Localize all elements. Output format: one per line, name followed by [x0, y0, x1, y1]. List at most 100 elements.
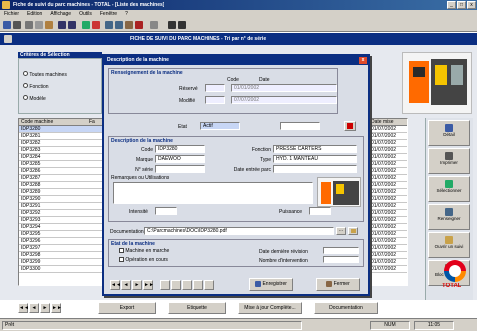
table-row[interactable]: IDP3298 [19, 252, 103, 259]
check-operation[interactable]: Opération en cours [119, 257, 168, 263]
table-row[interactable]: IDP3299 [19, 259, 103, 266]
filter-icon[interactable] [105, 21, 113, 29]
criteria-option-all[interactable]: Toutes machines [23, 71, 67, 78]
menu-edition[interactable]: Edition [27, 10, 42, 18]
save-icon[interactable] [3, 21, 11, 29]
table-row-date[interactable]: 01/07/2002 [369, 266, 407, 273]
menu-fichier[interactable]: Fichier [4, 10, 19, 18]
table-row[interactable]: IDP3296 [19, 238, 103, 245]
print-icon[interactable] [13, 21, 21, 29]
table-row[interactable]: IDP3290 [19, 196, 103, 203]
nav-prev-button[interactable]: ◄ [29, 303, 39, 313]
entry-date-field[interactable] [273, 165, 357, 173]
sidebar-select-button[interactable]: Sélectionner [428, 176, 470, 202]
table-row-date[interactable]: 01/07/2002 [369, 196, 407, 203]
table-row-date[interactable]: 01/07/2002 [369, 161, 407, 168]
table-row-date[interactable]: 01/07/2002 [369, 126, 407, 133]
sidebar-print-button[interactable]: Imprimer [428, 148, 470, 174]
back-icon[interactable] [4, 35, 12, 43]
list-header-fa[interactable]: Fa [89, 119, 103, 125]
criteria-option-modele[interactable]: Modèle [23, 95, 46, 102]
table-row-date[interactable]: 01/07/2002 [369, 182, 407, 189]
new-record-icon[interactable] [125, 21, 133, 29]
nav-next-button[interactable]: ► [40, 303, 50, 313]
cut-icon[interactable] [25, 21, 33, 29]
sidebar-fill-button[interactable]: Renseigner [428, 204, 470, 230]
dialog-nav-next[interactable]: ► [132, 280, 142, 290]
code-field[interactable]: IDP3280 [155, 145, 205, 153]
nav-last-button[interactable]: ►► [51, 303, 62, 313]
table-row[interactable]: IDP3285 [19, 161, 103, 168]
intensity-field[interactable] [155, 207, 177, 215]
close-button[interactable]: x [467, 1, 476, 9]
info-icon[interactable] [178, 21, 186, 29]
remarks-textarea[interactable] [113, 182, 313, 204]
dialog-tool-2-icon[interactable] [171, 280, 181, 290]
paste-icon[interactable] [45, 21, 53, 29]
dialog-tool-1-icon[interactable] [160, 280, 170, 290]
modified-code-field[interactable] [205, 96, 225, 104]
table-row-date[interactable]: 01/07/2002 [369, 189, 407, 196]
delete-icon[interactable] [344, 121, 356, 131]
menu-affichage[interactable]: Affichage [50, 10, 71, 18]
table-row-date[interactable]: 01/07/2002 [369, 245, 407, 252]
documentation-button[interactable]: Documentation [314, 302, 378, 314]
etat-field[interactable]: Actif [200, 122, 240, 130]
table-row[interactable]: IDP3283 [19, 147, 103, 154]
reserved-date-field[interactable]: 01/01/2002 [231, 84, 337, 92]
sidebar-detail-button[interactable]: Détail [428, 120, 470, 146]
table-row-date[interactable]: 01/07/2002 [369, 238, 407, 245]
table-row[interactable]: IDP3289 [19, 189, 103, 196]
browse-button[interactable]: ... [336, 227, 346, 235]
menu-outils[interactable]: Outils [79, 10, 92, 18]
list-header-code[interactable]: Code machine [19, 119, 89, 125]
table-row[interactable]: IDP3286 [19, 168, 103, 175]
function-field[interactable]: PRESSE CARTERS [273, 145, 357, 153]
table-row[interactable]: IDP3292 [19, 210, 103, 217]
table-row-date[interactable]: 01/07/2002 [369, 217, 407, 224]
menu-fenetre[interactable]: Fenêtre [100, 10, 117, 18]
table-row[interactable]: IDP3291 [19, 203, 103, 210]
sort-asc-icon[interactable] [82, 21, 90, 29]
dialog-tool-3-icon[interactable] [182, 280, 192, 290]
table-row[interactable]: IDP3293 [19, 217, 103, 224]
etiquette-button[interactable]: Etiquette [168, 302, 226, 314]
table-row-date[interactable]: 01/07/2002 [369, 252, 407, 259]
table-row[interactable]: IDP3281 [19, 133, 103, 140]
table-row-date[interactable]: 01/07/2002 [369, 154, 407, 161]
documentation-path-field[interactable]: C:\Parcmachines\DOC\IDP3280.pdf [144, 227, 334, 235]
copy-icon[interactable] [35, 21, 43, 29]
open-doc-icon[interactable] [348, 227, 358, 235]
export-button[interactable]: Export [98, 302, 156, 314]
delete-record-icon[interactable] [135, 21, 143, 29]
nav-first-button[interactable]: ◄◄ [18, 303, 29, 313]
update-all-button[interactable]: Mise à jour Complète... [238, 302, 302, 314]
table-row[interactable]: IDP3280 [19, 126, 103, 133]
dialog-tool-4-icon[interactable] [193, 280, 203, 290]
table-row-date[interactable]: 01/07/2002 [369, 259, 407, 266]
power-field[interactable] [309, 207, 331, 215]
table-row-date[interactable]: 01/07/2002 [369, 203, 407, 210]
find-icon[interactable] [115, 21, 123, 29]
serial-field[interactable] [155, 165, 205, 173]
criteria-option-fonction[interactable]: Fonction [23, 83, 49, 90]
table-row-date[interactable]: 01/07/2002 [369, 224, 407, 231]
table-row[interactable]: IDP3295 [19, 231, 103, 238]
table-row[interactable]: IDP3287 [19, 175, 103, 182]
table-row[interactable]: IDP3297 [19, 245, 103, 252]
dialog-nav-last[interactable]: ►► [143, 280, 154, 290]
last-revision-field[interactable] [323, 247, 359, 254]
check-running[interactable]: Machine en marche [119, 248, 169, 254]
table-row-date[interactable]: 01/07/2002 [369, 175, 407, 182]
table-row[interactable]: IDP3300 [19, 266, 103, 273]
dialog-nav-first[interactable]: ◄◄ [110, 280, 121, 290]
brand-field[interactable]: DAEWOO [155, 155, 205, 163]
type-field[interactable]: HYD. 1 MANTEAU [273, 155, 357, 163]
table-row-date[interactable]: 01/07/2002 [369, 147, 407, 154]
sidebar-open-followup-button[interactable]: Ouvrir un suivi [428, 232, 470, 258]
reserved-code-field[interactable] [205, 84, 225, 92]
dialog-nav-prev[interactable]: ◄ [121, 280, 131, 290]
table-row[interactable]: IDP3282 [19, 140, 103, 147]
etat-select[interactable] [280, 122, 320, 130]
undo-icon[interactable] [58, 21, 66, 29]
